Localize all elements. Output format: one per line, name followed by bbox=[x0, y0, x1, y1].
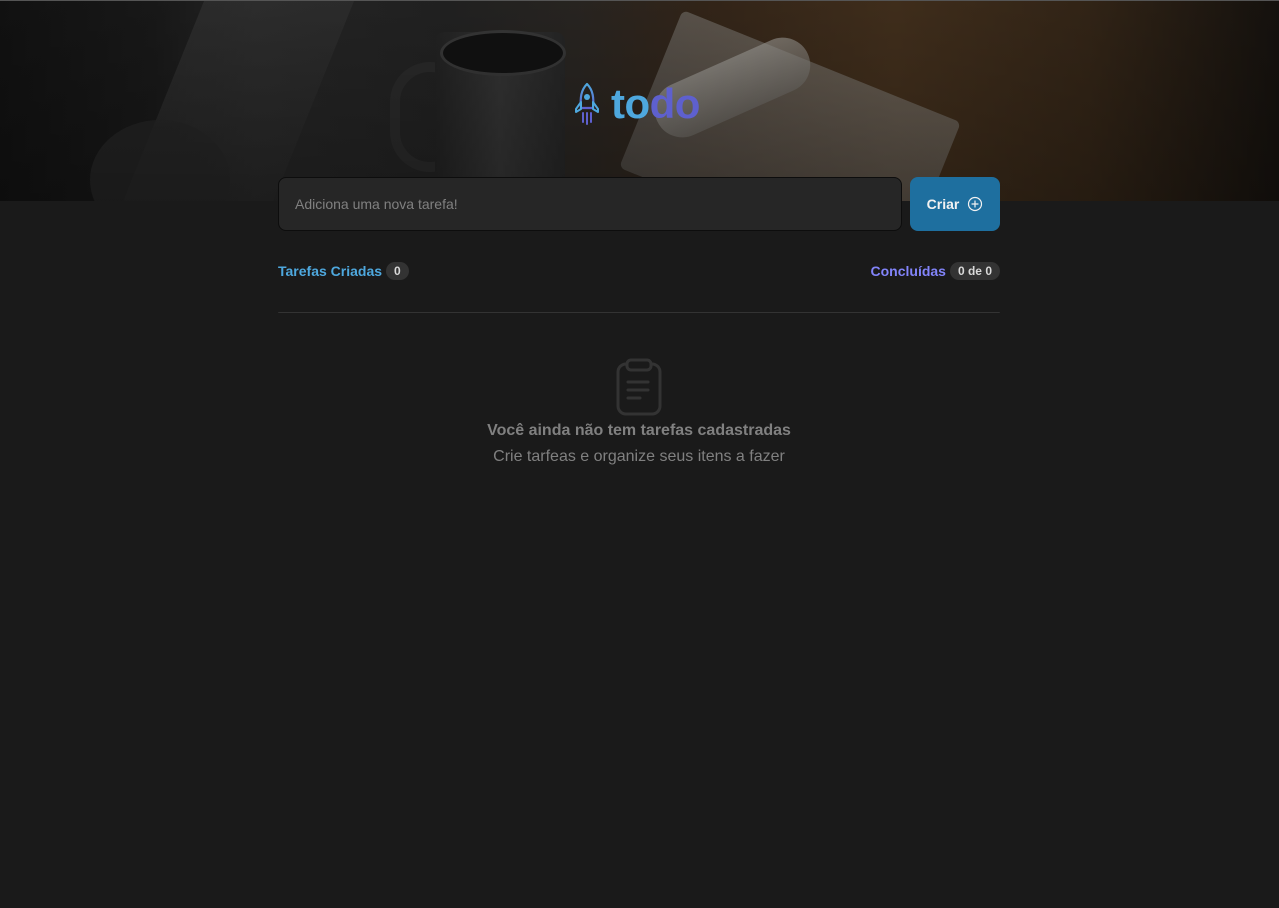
logo-wordmark: todo bbox=[611, 83, 700, 125]
logo-text-do: do bbox=[649, 80, 701, 127]
clipboard-icon bbox=[616, 358, 662, 416]
completed-tasks-badge: 0 de 0 bbox=[949, 262, 1000, 280]
plus-circle-icon bbox=[968, 196, 983, 212]
rocket-icon bbox=[575, 82, 599, 125]
completed-tasks-label: Concluídas bbox=[870, 263, 946, 279]
app-logo: todo bbox=[573, 80, 700, 128]
completed-tasks-counter: Concluídas 0 de 0 bbox=[870, 262, 1000, 280]
new-task-form: Criar bbox=[278, 177, 1000, 231]
empty-task-list: Você ainda não tem tarefas cadastradas C… bbox=[278, 358, 1000, 468]
app-page: todo Criar Tarefas Criadas 0 Concluídas … bbox=[0, 0, 1279, 908]
header-top-border bbox=[0, 0, 1279, 1]
task-counters: Tarefas Criadas 0 Concluídas 0 de 0 bbox=[278, 262, 1000, 282]
header-banner: todo bbox=[0, 0, 1279, 201]
created-tasks-counter: Tarefas Criadas 0 bbox=[278, 262, 409, 280]
logo-text-to: to bbox=[611, 80, 650, 127]
new-task-input[interactable] bbox=[278, 177, 902, 231]
empty-state-subtitle: Crie tarfeas e organize seus itens a faz… bbox=[493, 448, 785, 465]
created-tasks-badge: 0 bbox=[386, 262, 409, 280]
empty-state-title: Você ainda não tem tarefas cadastradas bbox=[487, 422, 791, 439]
create-button-label: Criar bbox=[926, 196, 960, 212]
created-tasks-label: Tarefas Criadas bbox=[278, 263, 383, 279]
create-task-button[interactable]: Criar bbox=[910, 177, 1000, 231]
task-list-divider bbox=[278, 312, 1000, 313]
